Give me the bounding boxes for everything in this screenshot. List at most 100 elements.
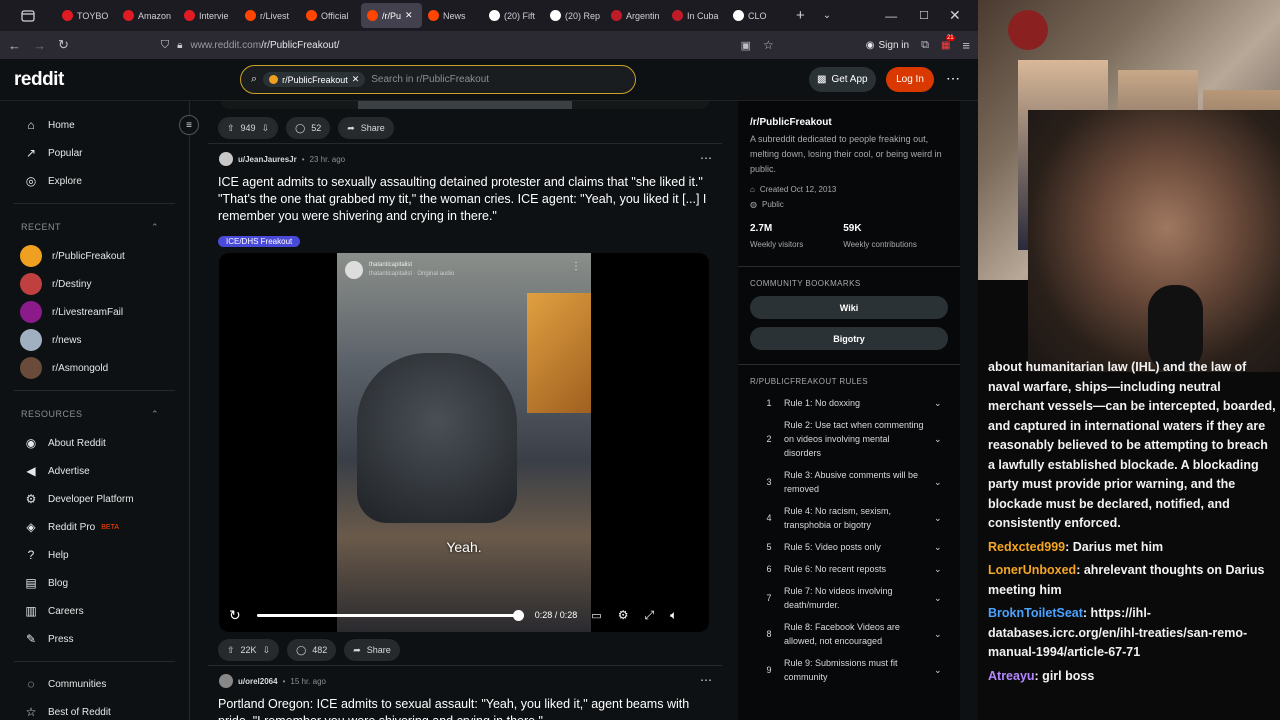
bookmark-button[interactable]: Bigotry bbox=[750, 327, 948, 350]
post-author[interactable]: u/orel2064 bbox=[238, 677, 278, 686]
share-button[interactable]: ➦ Share bbox=[338, 117, 394, 139]
rule-item[interactable]: 7 Rule 7: No videos involving death/murde… bbox=[750, 580, 948, 616]
post-title[interactable]: ICE agent admits to sexually assaulting … bbox=[218, 174, 714, 225]
sidebar-item[interactable]: ☆ Best of Reddit bbox=[0, 698, 189, 720]
browser-tab[interactable]: r/Livest bbox=[239, 0, 300, 31]
new-tab-icon[interactable]: + bbox=[796, 7, 805, 24]
lock-icon[interactable]: 🔒︎ bbox=[177, 40, 182, 51]
bookmark-button[interactable]: Wiki bbox=[750, 296, 948, 319]
browser-tab[interactable]: (20) Rep bbox=[544, 0, 605, 31]
sidebar-item[interactable]: ◈ Reddit Pro BETA bbox=[0, 513, 189, 541]
sidebar-item[interactable]: ▤ Blog bbox=[0, 569, 189, 597]
chip-close-icon[interactable]: ✕ bbox=[352, 74, 360, 85]
sidebar-item[interactable]: ◀ Advertise bbox=[0, 457, 189, 485]
browser-tab[interactable]: CLO bbox=[727, 0, 788, 31]
sidebar-item[interactable]: ▥ Careers bbox=[0, 597, 189, 625]
video-seek-handle[interactable] bbox=[512, 609, 524, 621]
share-button[interactable]: ➦ Share bbox=[344, 639, 400, 661]
sidebar-item[interactable]: ◌ Communities bbox=[0, 670, 189, 698]
author-avatar[interactable] bbox=[219, 674, 233, 688]
browser-tab[interactable]: (20) Fift bbox=[483, 0, 544, 31]
more-options-icon[interactable]: ⋯ bbox=[946, 70, 960, 87]
log-in-button[interactable]: Log In bbox=[886, 67, 934, 92]
resources-section-header[interactable]: RESOURCES ⌃ bbox=[0, 399, 189, 429]
recent-section-header[interactable]: RECENT ⌃ bbox=[0, 212, 189, 242]
search-bar[interactable]: ⌕ r/PublicFreakout ✕ Search in r/PublicFr… bbox=[240, 65, 636, 94]
video-player[interactable]: thatanticapitalist thatanticapitalist · O… bbox=[219, 253, 709, 632]
sidebar-item[interactable]: ⌂ Home bbox=[0, 111, 189, 139]
sidebar-item[interactable]: r/PublicFreakout bbox=[0, 242, 189, 270]
vote-control[interactable]: ⇧ 22K ⇩ bbox=[218, 639, 280, 661]
sidebar-item[interactable]: r/LivestreamFail bbox=[0, 298, 189, 326]
video-seek-bar[interactable] bbox=[256, 609, 524, 621]
sidebar-item[interactable]: ⚙ Developer Platform bbox=[0, 485, 189, 513]
url-bar[interactable]: ⛉ 🔒︎ www.reddit.com/r/PublicFreakout/ bbox=[161, 34, 729, 56]
browser-tab[interactable]: News bbox=[422, 0, 483, 31]
forward-icon[interactable]: → bbox=[33, 38, 46, 53]
extensions-icon[interactable]: ⧉ bbox=[921, 39, 929, 52]
sidebar-item[interactable]: ? Help bbox=[0, 541, 189, 569]
downvote-icon[interactable]: ⇩ bbox=[262, 123, 270, 134]
back-icon[interactable]: ← bbox=[8, 38, 21, 53]
post-flair[interactable]: ICE/DHS Freakout bbox=[218, 231, 301, 249]
upvote-icon[interactable]: ⇧ bbox=[227, 123, 235, 134]
url-text[interactable]: www.reddit.com/r/PublicFreakout/ bbox=[190, 40, 339, 51]
rule-item[interactable]: 4 Rule 4: No racism, sexism, transphobia … bbox=[750, 500, 948, 536]
post-author[interactable]: u/JeanJauresJr bbox=[238, 155, 297, 164]
rule-item[interactable]: 5 Rule 5: Video posts only ⌄ bbox=[750, 536, 948, 558]
tab-close-icon[interactable]: ✕ bbox=[405, 10, 413, 21]
previous-post-media[interactable] bbox=[220, 101, 710, 109]
reader-view-icon[interactable]: ▣ bbox=[741, 39, 751, 52]
fullscreen-icon[interactable]: ⤢ bbox=[644, 608, 654, 623]
browser-tab[interactable]: Intervie bbox=[178, 0, 239, 31]
search-input[interactable]: Search in r/PublicFreakout bbox=[371, 74, 489, 85]
volume-icon[interactable]: 🔈︎ bbox=[670, 608, 677, 623]
reload-icon[interactable]: ↻ bbox=[58, 37, 69, 53]
video-menu-icon[interactable]: ⋮ bbox=[571, 261, 581, 272]
sidebar-item[interactable]: r/Asmongold bbox=[0, 354, 189, 382]
community-name[interactable]: /r/PublicFreakout bbox=[750, 117, 948, 128]
browser-tab[interactable]: Argentin bbox=[605, 0, 666, 31]
post-options-icon[interactable]: ⋯ bbox=[700, 673, 712, 687]
close-window-icon[interactable]: ✕ bbox=[949, 7, 961, 24]
rule-item[interactable]: 2 Rule 2: Use tact when commenting on vid… bbox=[750, 414, 948, 464]
rule-item[interactable]: 6 Rule 6: No recent reposts ⌄ bbox=[750, 558, 948, 580]
post-title[interactable]: Portland Oregon: ICE admits to sexual as… bbox=[218, 696, 714, 720]
sidebar-item[interactable]: r/Destiny bbox=[0, 270, 189, 298]
browser-tab[interactable]: In Cuba bbox=[666, 0, 727, 31]
comments-button[interactable]: ◯ 52 bbox=[286, 117, 331, 139]
bookmark-star-icon[interactable]: ☆ bbox=[763, 38, 774, 52]
upvote-icon[interactable]: ⇧ bbox=[227, 645, 235, 656]
sidebar-item[interactable]: r/news bbox=[0, 326, 189, 354]
browser-tab[interactable]: /r/Pu ✕ bbox=[361, 3, 422, 28]
downvote-icon[interactable]: ⇩ bbox=[263, 645, 271, 656]
sidebar-item[interactable]: ↗ Popular bbox=[0, 139, 189, 167]
captions-icon[interactable]: ▭ bbox=[591, 609, 601, 622]
tab-list-chevron-icon[interactable]: ⌄ bbox=[823, 10, 831, 21]
reddit-logo[interactable]: reddit bbox=[14, 69, 64, 91]
rule-item[interactable]: 3 Rule 3: Abusive comments will be remove… bbox=[750, 464, 948, 500]
sidebar-item[interactable]: ◉ About Reddit bbox=[0, 429, 189, 457]
browser-tab[interactable]: Amazon bbox=[117, 0, 178, 31]
search-community-chip[interactable]: r/PublicFreakout ✕ bbox=[263, 72, 366, 87]
get-app-button[interactable]: ▩ Get App bbox=[809, 67, 876, 92]
browser-tab[interactable]: TOYBO bbox=[56, 0, 117, 31]
minimize-icon[interactable]: — bbox=[885, 9, 897, 23]
rule-item[interactable]: 8 Rule 8: Facebook Videos are allowed, no… bbox=[750, 616, 948, 652]
page-scrollbar[interactable] bbox=[962, 101, 978, 720]
sidebar-item[interactable]: ✎ Press bbox=[0, 625, 189, 653]
settings-gear-icon[interactable]: ⚙ bbox=[618, 608, 629, 622]
shield-icon[interactable]: ⛉ bbox=[161, 39, 169, 52]
post-options-icon[interactable]: ⋯ bbox=[700, 151, 712, 165]
maximize-icon[interactable]: ☐ bbox=[919, 9, 929, 22]
tab-overview-icon[interactable] bbox=[0, 9, 56, 22]
replay-icon[interactable]: ↻ bbox=[229, 607, 241, 624]
comments-button[interactable]: ◯ 482 bbox=[287, 639, 337, 661]
rule-item[interactable]: 9 Rule 9: Submissions must fit community ⌄ bbox=[750, 652, 948, 688]
browser-tab[interactable]: Official bbox=[300, 0, 361, 31]
author-avatar[interactable] bbox=[219, 152, 233, 166]
sidebar-item[interactable]: ◎ Explore bbox=[0, 167, 189, 195]
sign-in-button[interactable]: ◉ Sign in bbox=[866, 40, 909, 51]
rule-item[interactable]: 1 Rule 1: No doxxing ⌄ bbox=[750, 392, 948, 414]
vote-control[interactable]: ⇧ 949 ⇩ bbox=[218, 117, 279, 139]
